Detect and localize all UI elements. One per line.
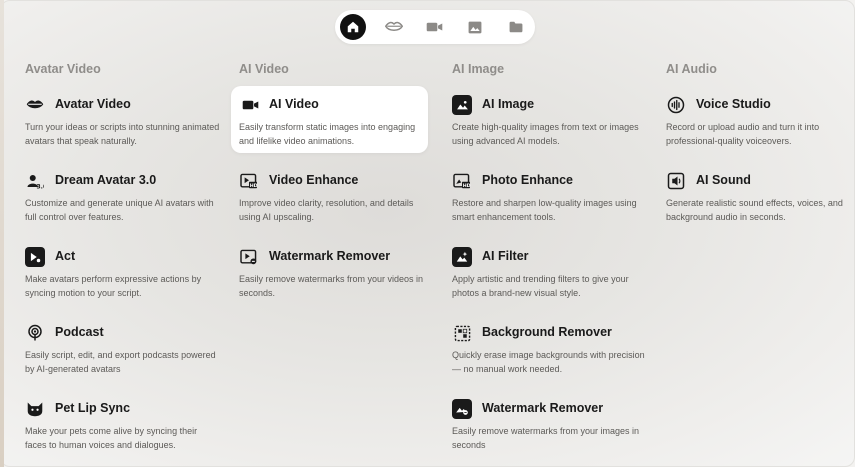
video-camera-icon bbox=[426, 22, 443, 32]
podcast-icon bbox=[28, 324, 42, 341]
act-icon bbox=[30, 252, 41, 263]
column-heading-ai-audio: AI Audio bbox=[666, 62, 717, 76]
tool-description: Generate realistic sound effects, voices… bbox=[666, 198, 843, 222]
tool-description: Create high-quality images from text or … bbox=[452, 122, 639, 146]
tool-title: Podcast bbox=[55, 325, 104, 339]
tool-photo-enhance[interactable]: HD Photo Enhance Restore and sharpen low… bbox=[452, 171, 652, 233]
filter-icon bbox=[456, 251, 468, 262]
voice-wave-icon bbox=[667, 96, 685, 114]
tool-ai-filter[interactable]: AI Filter Apply artistic and trending fi… bbox=[452, 247, 652, 309]
tool-background-remover[interactable]: Background Remover Quickly erase image b… bbox=[452, 323, 652, 385]
nav-image-button[interactable] bbox=[462, 14, 488, 40]
tool-description: Turn your ideas or scripts into stunning… bbox=[25, 122, 220, 146]
hd-image-icon: HD bbox=[453, 173, 471, 189]
svg-text:HD: HD bbox=[250, 183, 258, 189]
sound-icon bbox=[667, 172, 685, 190]
tool-title: Pet Lip Sync bbox=[55, 401, 131, 415]
tool-description: Record or upload audio and turn it into … bbox=[666, 122, 820, 146]
category-nav bbox=[335, 10, 535, 44]
background-strip bbox=[0, 0, 4, 467]
tool-title: Avatar Video bbox=[55, 97, 131, 111]
tool-voice-studio[interactable]: Voice Studio Record or upload audio and … bbox=[666, 95, 855, 157]
hd-video-icon: HD bbox=[240, 173, 258, 189]
dream-avatar-icon: 3.0 bbox=[27, 175, 45, 191]
video-watermark-icon bbox=[240, 249, 257, 265]
tool-video-enhance[interactable]: HD Video Enhance Improve video clarity, … bbox=[239, 171, 439, 233]
tool-title: Watermark Remover bbox=[269, 249, 391, 263]
tool-description: Make avatars perform expressive actions … bbox=[25, 274, 202, 298]
tool-title: Voice Studio bbox=[696, 97, 771, 111]
nav-video-button[interactable] bbox=[422, 14, 448, 40]
tool-title: Background Remover bbox=[482, 325, 612, 339]
tool-title: Act bbox=[55, 249, 76, 263]
tool-ai-image[interactable]: AI Image Create high-quality images from… bbox=[452, 95, 652, 157]
nav-avatar-button[interactable] bbox=[381, 14, 407, 40]
image-watermark-icon bbox=[456, 407, 468, 415]
tool-description: Make your pets come alive by syncing the… bbox=[25, 426, 198, 450]
tool-dream-avatar[interactable]: 3.0 Dream Avatar 3.0 Customize and gener… bbox=[25, 171, 225, 233]
home-icon bbox=[347, 21, 359, 33]
tool-image-watermark-remover[interactable]: Watermark Remover Easily remove watermar… bbox=[452, 399, 652, 461]
image-icon bbox=[468, 21, 482, 33]
nav-home-button[interactable] bbox=[340, 14, 366, 40]
tool-video-watermark-remover[interactable]: Watermark Remover Easily remove watermar… bbox=[239, 247, 439, 309]
nav-folder-button[interactable] bbox=[503, 14, 529, 40]
tool-description: Easily remove watermarks from your video… bbox=[239, 274, 424, 298]
column-heading-ai-image: AI Image bbox=[452, 62, 505, 76]
column-heading-ai-video: AI Video bbox=[239, 62, 289, 76]
tool-podcast[interactable]: Podcast Easily script, edit, and export … bbox=[25, 323, 225, 385]
tool-description: Restore and sharpen low-quality images u… bbox=[452, 198, 637, 222]
tool-description: Easily remove watermarks from your image… bbox=[452, 426, 640, 450]
svg-text:HD: HD bbox=[463, 183, 471, 189]
tool-description: Customize and generate unique AI avatars… bbox=[25, 198, 214, 222]
tool-title: Dream Avatar 3.0 bbox=[55, 173, 157, 187]
tool-title: AI Sound bbox=[696, 173, 751, 187]
folder-icon bbox=[509, 21, 523, 33]
tool-act[interactable]: Act Make avatars perform expressive acti… bbox=[25, 247, 225, 309]
tool-description: Improve video clarity, resolution, and d… bbox=[239, 198, 414, 222]
tool-ai-video[interactable]: AI Video Easily transform static images … bbox=[231, 86, 428, 153]
svg-text:3.0: 3.0 bbox=[37, 184, 45, 191]
tools-menu-panel bbox=[0, 0, 855, 467]
tool-description: Quickly erase image backgrounds with pre… bbox=[452, 350, 645, 374]
video-camera-icon bbox=[242, 100, 258, 110]
tool-title: Video Enhance bbox=[269, 173, 359, 187]
tool-title: AI Image bbox=[482, 97, 535, 111]
cat-icon bbox=[27, 402, 43, 417]
tool-ai-sound[interactable]: AI Sound Generate realistic sound effect… bbox=[666, 171, 855, 233]
column-heading-avatar-video: Avatar Video bbox=[25, 62, 101, 76]
image-icon bbox=[456, 100, 468, 110]
tool-description: Apply artistic and trending filters to g… bbox=[452, 274, 629, 298]
tool-pet-lip-sync[interactable]: Pet Lip Sync Make your pets come alive b… bbox=[25, 399, 225, 461]
lips-icon bbox=[384, 21, 403, 31]
tool-avatar-video[interactable]: Avatar Video Turn your ideas or scripts … bbox=[25, 95, 225, 157]
tool-title: Watermark Remover bbox=[482, 401, 604, 415]
lips-icon bbox=[26, 100, 44, 109]
background-remover-icon bbox=[454, 325, 470, 341]
tool-description: Easily transform static images into enga… bbox=[239, 122, 416, 146]
tool-title: Photo Enhance bbox=[482, 173, 573, 187]
tool-description: Easily script, edit, and export podcasts… bbox=[25, 350, 216, 374]
tool-title: AI Filter bbox=[482, 249, 529, 263]
tool-title: AI Video bbox=[269, 97, 319, 111]
